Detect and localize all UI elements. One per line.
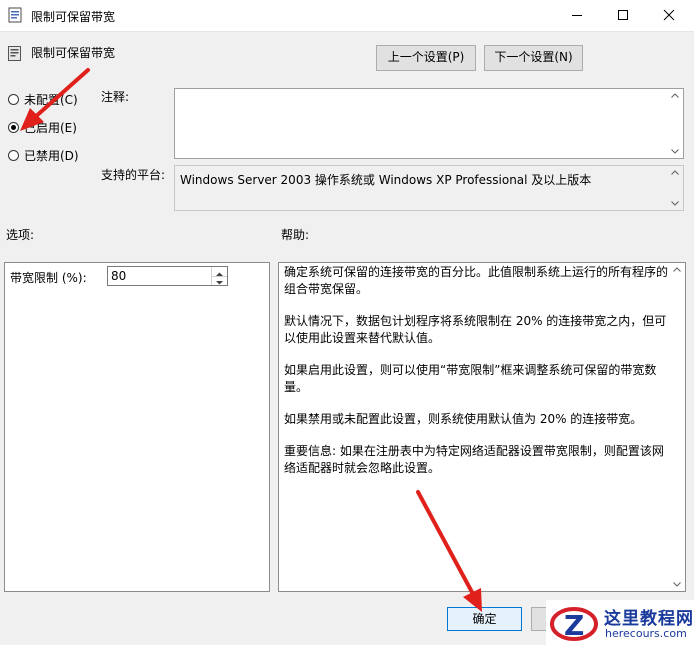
- close-icon: [663, 9, 675, 21]
- comment-field[interactable]: [174, 88, 684, 159]
- watermark-url: herecours.com: [605, 627, 687, 640]
- scroll-up-icon[interactable]: [673, 267, 681, 272]
- radio-disabled[interactable]: 已禁用(D): [8, 146, 79, 164]
- help-panel: 确定系统可保留的连接带宽的百分比。此值限制系统上运行的所有程序的组合带宽保留。 …: [278, 262, 686, 592]
- radio-disabled-dot: [8, 149, 19, 161]
- title-bar: 限制可保留带宽: [0, 0, 694, 32]
- triangle-down-icon: [216, 281, 223, 285]
- help-paragraph: 默认情况下，数据包计划程序将系统限制在 20% 的连接带宽之内，但可以使用此设置…: [284, 314, 667, 345]
- comment-scrollbar[interactable]: [666, 89, 683, 158]
- stepper-buttons: [211, 267, 227, 285]
- options-panel: [4, 262, 270, 592]
- window-title: 限制可保留带宽: [31, 10, 116, 24]
- maximize-icon: [618, 10, 628, 20]
- scroll-down-icon[interactable]: [671, 201, 679, 206]
- scroll-down-icon[interactable]: [671, 149, 679, 154]
- help-paragraph: 重要信息: 如果在注册表中为特定网络适配器设置带宽限制，则配置该网络适配器时就会…: [284, 444, 664, 475]
- maximize-button[interactable]: [600, 0, 646, 31]
- radio-enabled[interactable]: 已启用(E): [8, 118, 77, 136]
- policy-icon: [8, 46, 22, 62]
- scroll-up-icon[interactable]: [671, 170, 679, 175]
- help-section-label: 帮助:: [281, 228, 310, 242]
- radio-not-configured-dot: [8, 93, 19, 105]
- watermark: Z 这里教程网 herecours.com: [546, 600, 694, 645]
- policy-title: 限制可保留带宽: [31, 46, 116, 60]
- minimize-icon: [572, 15, 582, 16]
- watermark-logo-icon: Z: [550, 607, 598, 642]
- platform-field: Windows Server 2003 操作系统或 Windows XP Pro…: [174, 165, 684, 211]
- radio-not-configured[interactable]: 未配置(C): [8, 90, 78, 108]
- platform-text: Windows Server 2003 操作系统或 Windows XP Pro…: [180, 173, 592, 187]
- scroll-down-icon[interactable]: [673, 582, 681, 587]
- bandwidth-limit-stepper[interactable]: 80: [107, 266, 228, 286]
- help-text: 确定系统可保留的连接带宽的百分比。此值限制系统上运行的所有程序的组合带宽保留。 …: [284, 264, 669, 492]
- help-scrollbar[interactable]: [668, 263, 685, 591]
- next-setting-button[interactable]: 下一个设置(N): [484, 45, 583, 71]
- minimize-button[interactable]: [554, 0, 600, 31]
- bandwidth-limit-label: 带宽限制 (%):: [10, 271, 87, 285]
- scroll-up-icon[interactable]: [671, 93, 679, 98]
- help-paragraph: 如果启用此设置，则可以使用“带宽限制”框来调整系统可保留的带宽数量。: [284, 363, 657, 394]
- policy-app-icon: [8, 7, 23, 23]
- platform-label: 支持的平台:: [101, 168, 166, 182]
- svg-text:Z: Z: [564, 609, 584, 642]
- radio-enabled-dot: [8, 121, 19, 133]
- help-paragraph: 确定系统可保留的连接带宽的百分比。此值限制系统上运行的所有程序的组合带宽保留。: [284, 265, 669, 296]
- ok-button[interactable]: 确定: [447, 607, 522, 631]
- radio-not-configured-label: 未配置(C): [24, 92, 78, 107]
- options-section-label: 选项:: [6, 228, 35, 242]
- close-button[interactable]: [646, 0, 694, 31]
- comment-label: 注释:: [101, 90, 130, 104]
- radio-enabled-label: 已启用(E): [24, 120, 77, 135]
- watermark-title: 这里教程网: [604, 609, 694, 629]
- previous-setting-button[interactable]: 上一个设置(P): [376, 45, 476, 71]
- radio-disabled-label: 已禁用(D): [24, 148, 79, 163]
- help-paragraph: 如果禁用或未配置此设置，则系统使用默认值为 20% 的连接带宽。: [284, 412, 643, 426]
- platform-scrollbar[interactable]: [666, 166, 683, 210]
- stepper-down-button[interactable]: [212, 276, 227, 285]
- bandwidth-limit-value[interactable]: 80: [111, 269, 126, 283]
